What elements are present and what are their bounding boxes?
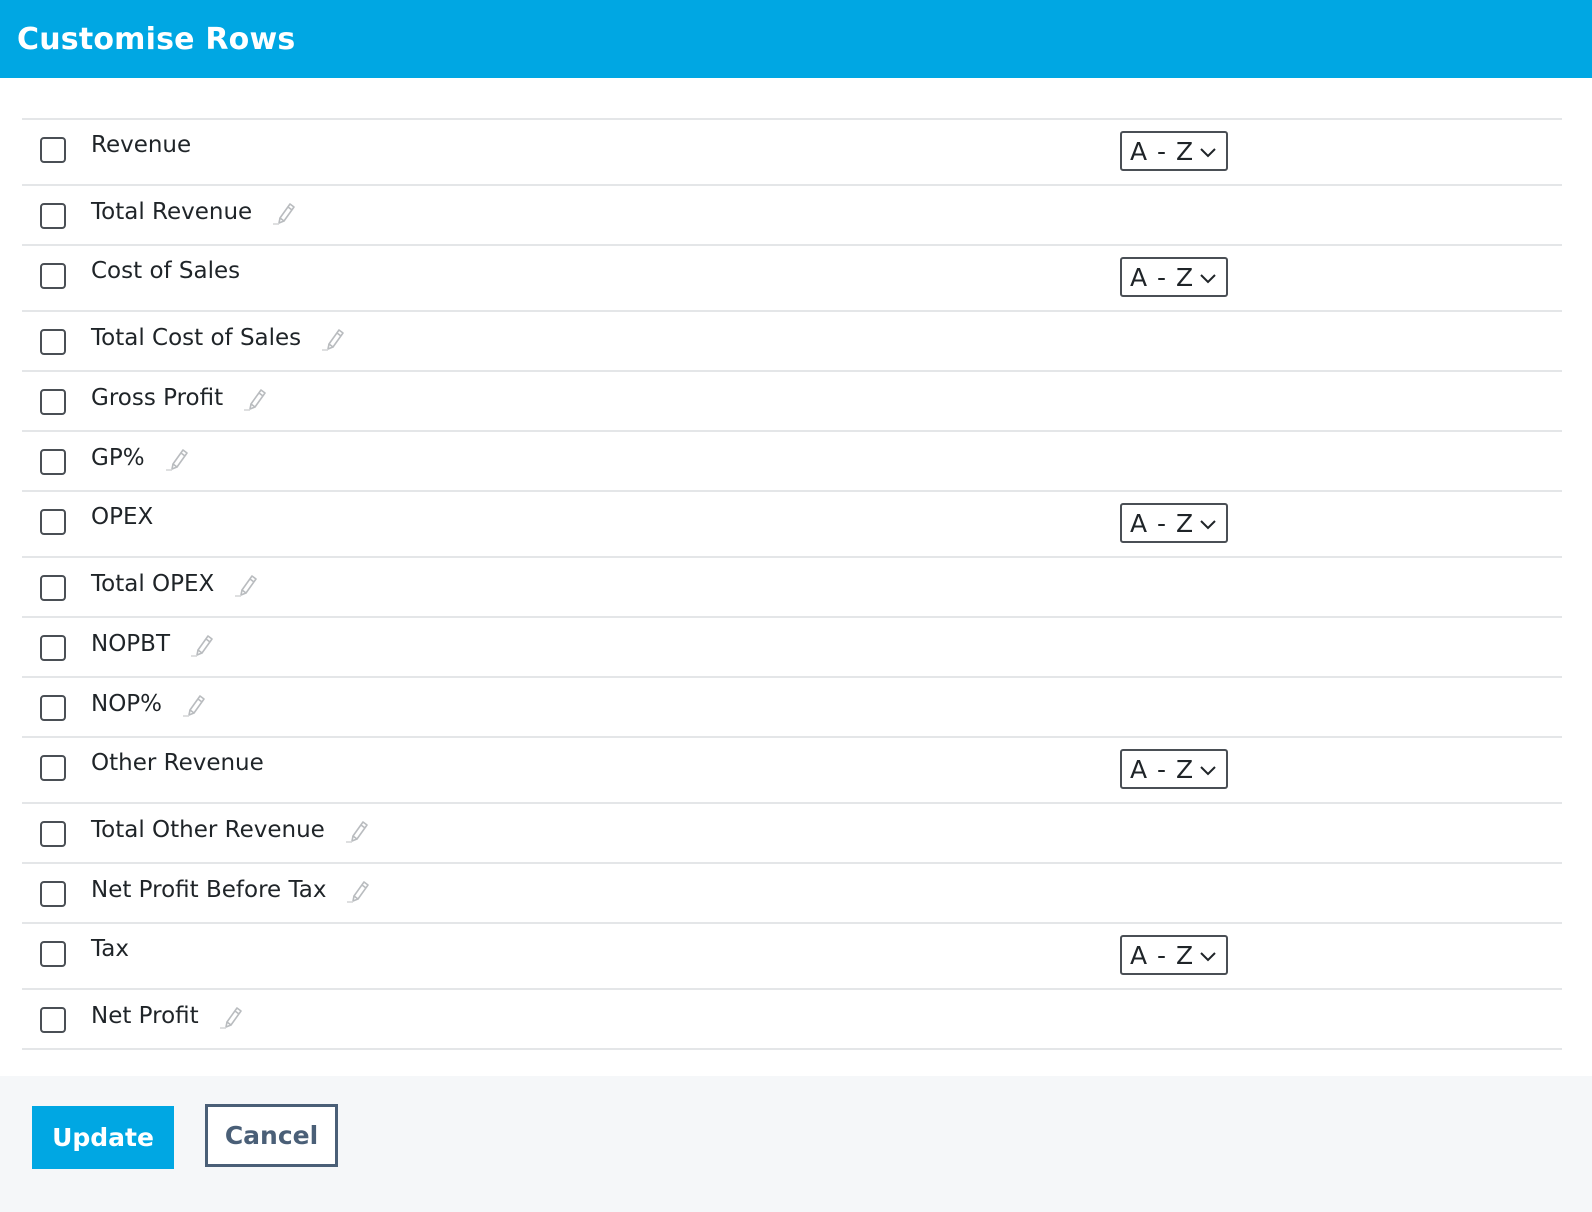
- row-label: Revenue: [91, 132, 192, 158]
- row-label-group: Gross Profit: [91, 384, 269, 412]
- row-checkbox[interactable]: [40, 329, 66, 355]
- row-checkbox[interactable]: [40, 449, 66, 475]
- row-label: GP%: [91, 445, 145, 471]
- pencil-icon[interactable]: [241, 384, 269, 412]
- row-label: Cost of Sales: [91, 258, 241, 284]
- dialog-footer: Update Cancel: [0, 1076, 1592, 1212]
- cancel-button[interactable]: Cancel: [205, 1104, 338, 1167]
- row-label: Gross Profit: [91, 385, 224, 411]
- row-item: Net Profit: [22, 990, 1562, 1050]
- row-label: Tax: [91, 936, 129, 962]
- customise-rows-dialog: Customise Rows Revenue A - Z Total Revenue…: [0, 0, 1592, 1212]
- row-label-group: NOPBT: [91, 630, 216, 658]
- sort-order-select[interactable]: A - Z: [1120, 257, 1228, 297]
- row-label-group: NOP%: [91, 690, 208, 718]
- row-label-group: Total Cost of Sales: [91, 324, 347, 352]
- row-label-group: Total OPEX: [91, 570, 260, 598]
- sort-order-value: A - Z: [1130, 262, 1195, 292]
- pencil-icon[interactable]: [319, 324, 347, 352]
- pencil-icon[interactable]: [343, 816, 371, 844]
- sort-order-value: A - Z: [1130, 136, 1195, 166]
- sort-order-select[interactable]: A - Z: [1120, 131, 1228, 171]
- row-item: Total Other Revenue: [22, 804, 1562, 864]
- pencil-icon[interactable]: [217, 1002, 245, 1030]
- row-label: Total OPEX: [91, 571, 215, 597]
- row-label: Net Profit Before Tax: [91, 877, 327, 903]
- chevron-down-icon: [1199, 762, 1217, 776]
- row-item: Total OPEX: [22, 558, 1562, 618]
- update-button[interactable]: Update: [32, 1106, 174, 1169]
- chevron-down-icon: [1199, 516, 1217, 530]
- chevron-down-icon: [1199, 270, 1217, 284]
- row-label: Total Revenue: [91, 199, 253, 225]
- pencil-icon[interactable]: [270, 198, 298, 226]
- row-item: GP%: [22, 432, 1562, 492]
- row-checkbox[interactable]: [40, 389, 66, 415]
- pencil-icon[interactable]: [180, 690, 208, 718]
- row-label-group: Net Profit Before Tax: [91, 876, 372, 904]
- row-item: NOP%: [22, 678, 1562, 738]
- row-checkbox[interactable]: [40, 137, 66, 163]
- row-label-group: Net Profit: [91, 1002, 245, 1030]
- row-label-group: GP%: [91, 444, 191, 472]
- row-checkbox[interactable]: [40, 1007, 66, 1033]
- row-label: OPEX: [91, 504, 154, 530]
- pencil-icon[interactable]: [344, 876, 372, 904]
- sort-order-select[interactable]: A - Z: [1120, 503, 1228, 543]
- row-item: Other Revenue A - Z: [22, 738, 1562, 804]
- row-item: Total Cost of Sales: [22, 312, 1562, 372]
- row-checkbox[interactable]: [40, 635, 66, 661]
- row-label-group: OPEX: [91, 504, 153, 530]
- row-checkbox[interactable]: [40, 941, 66, 967]
- sort-order-select[interactable]: A - Z: [1120, 749, 1228, 789]
- pencil-icon[interactable]: [188, 630, 216, 658]
- sort-order-value: A - Z: [1130, 754, 1195, 784]
- row-checkbox[interactable]: [40, 203, 66, 229]
- row-label-group: Total Revenue: [91, 198, 298, 226]
- pencil-icon[interactable]: [163, 444, 191, 472]
- row-label-group: Cost of Sales: [91, 258, 240, 284]
- row-checkbox[interactable]: [40, 821, 66, 847]
- row-label: Total Other Revenue: [91, 817, 325, 843]
- row-checkbox[interactable]: [40, 695, 66, 721]
- row-checkbox[interactable]: [40, 881, 66, 907]
- row-item: Net Profit Before Tax: [22, 864, 1562, 924]
- row-item: Total Revenue: [22, 186, 1562, 246]
- row-checkbox[interactable]: [40, 755, 66, 781]
- row-label: NOPBT: [91, 631, 171, 657]
- chevron-down-icon: [1199, 144, 1217, 158]
- row-item: Revenue A - Z: [22, 120, 1562, 186]
- row-checkbox[interactable]: [40, 575, 66, 601]
- row-item: NOPBT: [22, 618, 1562, 678]
- row-label: Net Profit: [91, 1003, 199, 1029]
- row-item: Cost of Sales A - Z: [22, 246, 1562, 312]
- pencil-icon[interactable]: [232, 570, 260, 598]
- row-label-group: Tax: [91, 936, 129, 962]
- row-label-group: Revenue: [91, 132, 191, 158]
- row-label-group: Total Other Revenue: [91, 816, 371, 844]
- sort-order-value: A - Z: [1130, 940, 1195, 970]
- row-item: Tax A - Z: [22, 924, 1562, 990]
- dialog-title: Customise Rows: [17, 21, 296, 57]
- rows-list: Revenue A - Z Total Revenue Cost of Sales A …: [22, 118, 1562, 1050]
- row-item: OPEX A - Z: [22, 492, 1562, 558]
- row-label: Other Revenue: [91, 750, 264, 776]
- dialog-header: Customise Rows: [0, 0, 1592, 78]
- row-label: NOP%: [91, 691, 163, 717]
- row-checkbox[interactable]: [40, 263, 66, 289]
- sort-order-value: A - Z: [1130, 508, 1195, 538]
- row-checkbox[interactable]: [40, 509, 66, 535]
- row-item: Gross Profit: [22, 372, 1562, 432]
- chevron-down-icon: [1199, 948, 1217, 962]
- row-label: Total Cost of Sales: [91, 325, 302, 351]
- sort-order-select[interactable]: A - Z: [1120, 935, 1228, 975]
- row-label-group: Other Revenue: [91, 750, 264, 776]
